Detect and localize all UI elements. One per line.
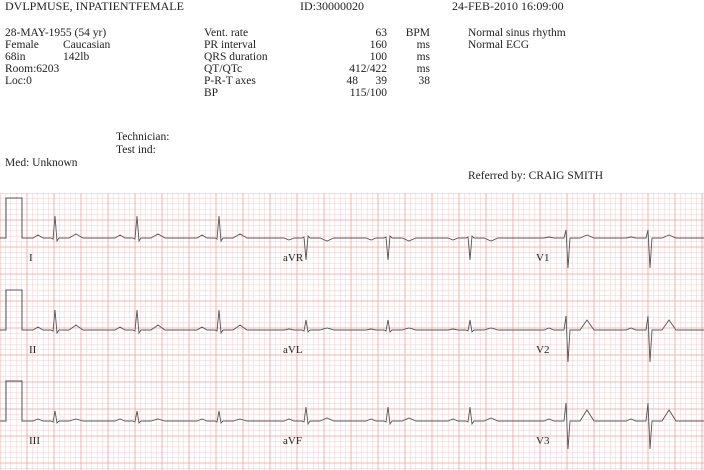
lead-label-iii: III xyxy=(29,435,40,447)
patient-weight: 142lb xyxy=(63,51,90,63)
prt-axes-label: P-R-T axes xyxy=(204,75,256,87)
bp-value: 115/100 xyxy=(349,87,387,99)
ecg-tracing-area: IaVR V1 II aVL V2 III aVF V3 xyxy=(0,193,704,470)
ecg-trace-avl xyxy=(272,319,532,333)
patient-race: Caucasian xyxy=(63,39,111,51)
vent-rate-value: 63 xyxy=(375,27,388,39)
bp-label: BP xyxy=(204,87,219,99)
patient-dob-age: 28-MAY-1955 (54 yr) xyxy=(5,27,107,39)
calibration-pulse xyxy=(0,380,25,422)
interpretation-line-1: Normal sinus rhythm xyxy=(468,27,566,39)
qrs-duration-value: 100 xyxy=(369,51,387,63)
ecg-trace-v1 xyxy=(532,229,704,269)
lead-label-i: I xyxy=(29,252,33,264)
ecg-trace-avf xyxy=(272,406,532,426)
lead-label-avl: aVL xyxy=(283,344,303,356)
vent-rate-unit: BPM xyxy=(405,27,430,39)
acquisition-datetime: 24-FEB-2010 16:09:00 xyxy=(452,0,564,13)
qt-qtc-unit: ms xyxy=(416,63,430,75)
r-axis-value: 39 xyxy=(375,75,388,87)
patient-id: ID:30000020 xyxy=(300,0,364,13)
pr-interval-unit: ms xyxy=(416,39,430,51)
t-axis-value: 38 xyxy=(418,75,431,87)
ecg-trace-ii xyxy=(25,309,272,335)
lead-label-avr: aVR xyxy=(283,252,304,264)
lead-label-ii: II xyxy=(29,344,37,356)
patient-room: Room:6203 xyxy=(5,63,60,75)
ecg-trace-v3 xyxy=(532,402,704,450)
patient-height: 68in xyxy=(5,51,26,63)
ecg-grid: IaVR V1 II aVL V2 III aVF V3 xyxy=(0,193,704,470)
ecg-trace-iii xyxy=(25,410,272,424)
grid-minor-lines xyxy=(0,193,704,470)
technician-label: Technician: xyxy=(116,131,170,143)
p-axis-value: 48 xyxy=(346,75,359,87)
calibration-pulse xyxy=(0,289,25,331)
pr-interval-label: PR interval xyxy=(204,39,257,51)
qt-qtc-label: QT/QTc xyxy=(204,63,243,75)
lead-label-v3: V3 xyxy=(536,435,550,447)
qt-qtc-value: 412/422 xyxy=(349,63,387,75)
patient-name-header: DVLPMUSE, INPATIENTFEMALE xyxy=(5,0,184,13)
vent-rate-label: Vent. rate xyxy=(204,27,249,39)
lead-label-v2: V2 xyxy=(536,344,549,356)
lead-label-v1: V1 xyxy=(536,252,549,264)
patient-location: Loc:0 xyxy=(5,75,32,87)
referred-by: Referred by: CRAIG SMITH xyxy=(468,170,604,182)
test-indication-label: Test ind: xyxy=(116,144,156,156)
lead-label-avf: aVF xyxy=(283,435,302,447)
medication-label: Med: Unknown xyxy=(5,157,78,169)
interpretation-line-2: Normal ECG xyxy=(468,39,530,51)
qrs-duration-unit: ms xyxy=(416,51,430,63)
pr-interval-value: 160 xyxy=(369,39,387,51)
grid-major-lines xyxy=(0,193,704,470)
ecg-trace-avr xyxy=(272,234,532,261)
qrs-duration-label: QRS duration xyxy=(204,51,268,63)
patient-sex: Female xyxy=(5,39,39,51)
